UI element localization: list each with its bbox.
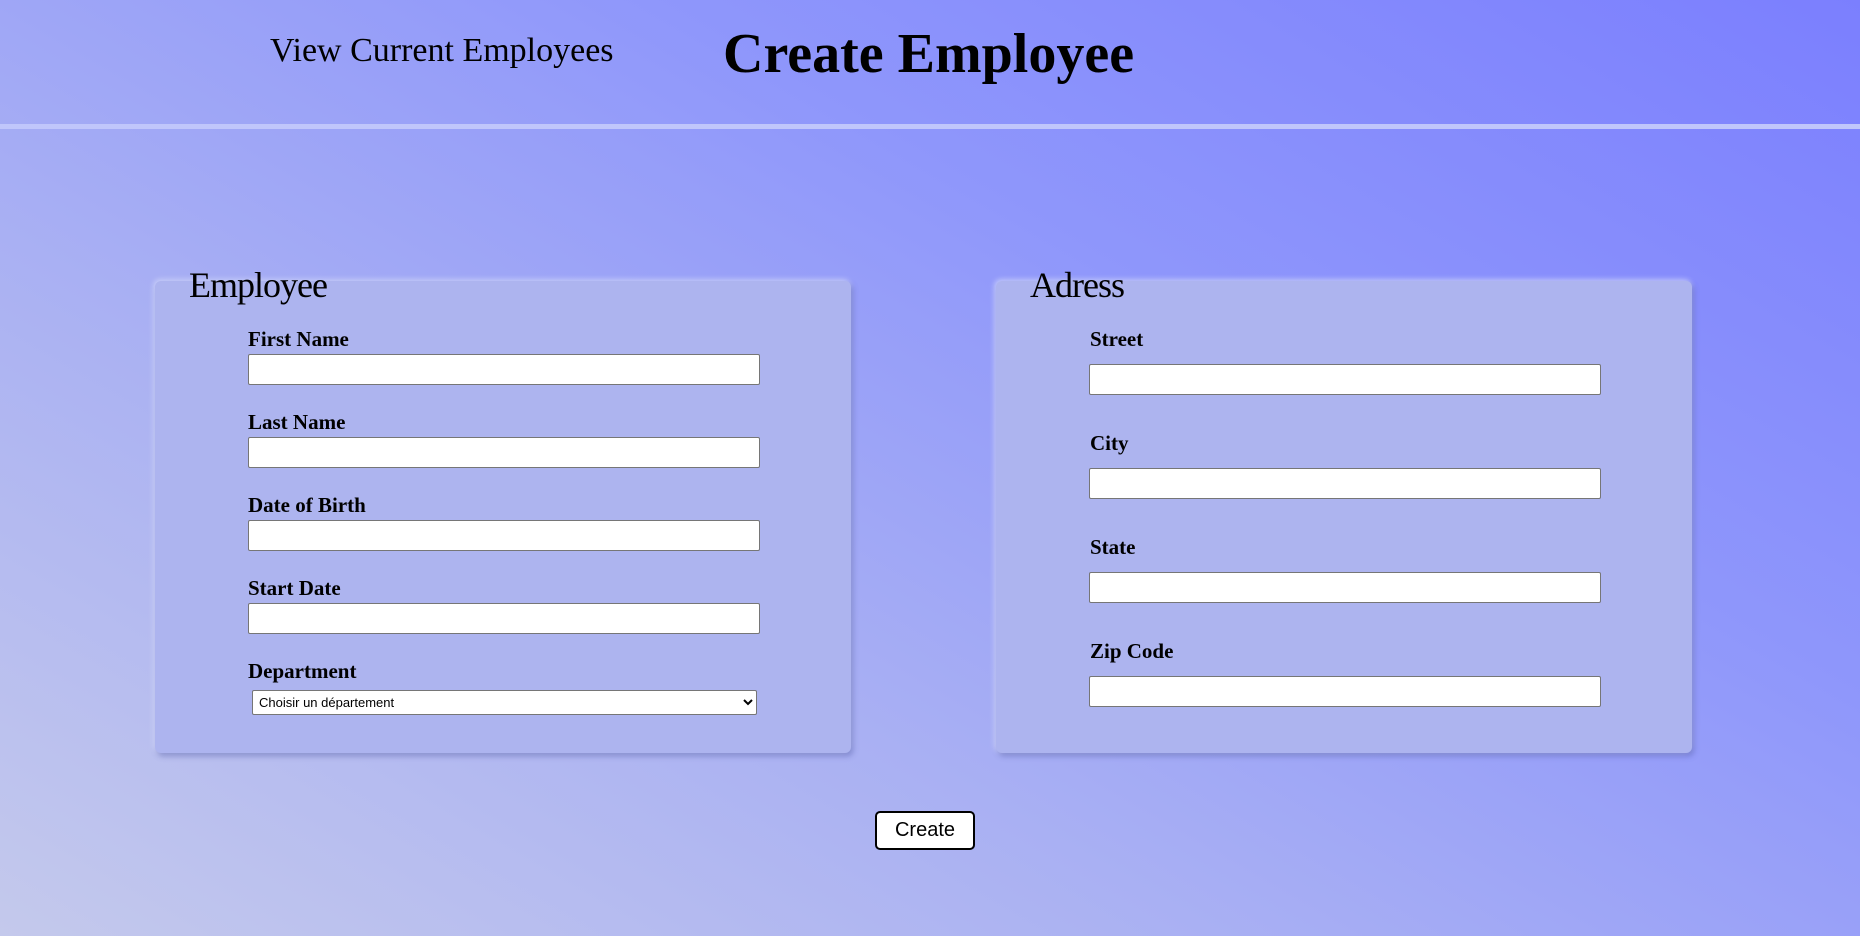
department-select[interactable]: Choisir un département: [252, 690, 757, 715]
view-current-employees-link[interactable]: View Current Employees: [270, 32, 614, 70]
street-label: Street: [1090, 327, 1144, 351]
address-fieldset: Adress Street City State Zip Code: [996, 265, 1692, 753]
state-input[interactable]: [1089, 572, 1601, 603]
state-label: State: [1090, 535, 1136, 559]
zip-code-input[interactable]: [1089, 676, 1601, 707]
header: View Current Employees Create Employee: [0, 0, 1860, 124]
department-label: Department: [248, 659, 357, 683]
employee-fieldset: Employee First Name Last Name Date of Bi…: [155, 265, 851, 753]
first-name-input[interactable]: [248, 354, 760, 385]
zip-code-label: Zip Code: [1090, 639, 1174, 663]
header-divider: [0, 124, 1860, 129]
city-label: City: [1090, 431, 1129, 455]
date-of-birth-input[interactable]: [248, 520, 760, 551]
page-title: Create Employee: [723, 23, 1135, 85]
date-of-birth-label: Date of Birth: [248, 493, 366, 517]
start-date-label: Start Date: [248, 576, 341, 600]
first-name-label: First Name: [248, 327, 349, 351]
create-button[interactable]: Create: [875, 811, 975, 850]
employee-legend: Employee: [189, 265, 328, 305]
address-legend: Adress: [1030, 265, 1125, 305]
last-name-label: Last Name: [248, 410, 346, 434]
street-input[interactable]: [1089, 364, 1601, 395]
last-name-input[interactable]: [248, 437, 760, 468]
city-input[interactable]: [1089, 468, 1601, 499]
start-date-input[interactable]: [248, 603, 760, 634]
